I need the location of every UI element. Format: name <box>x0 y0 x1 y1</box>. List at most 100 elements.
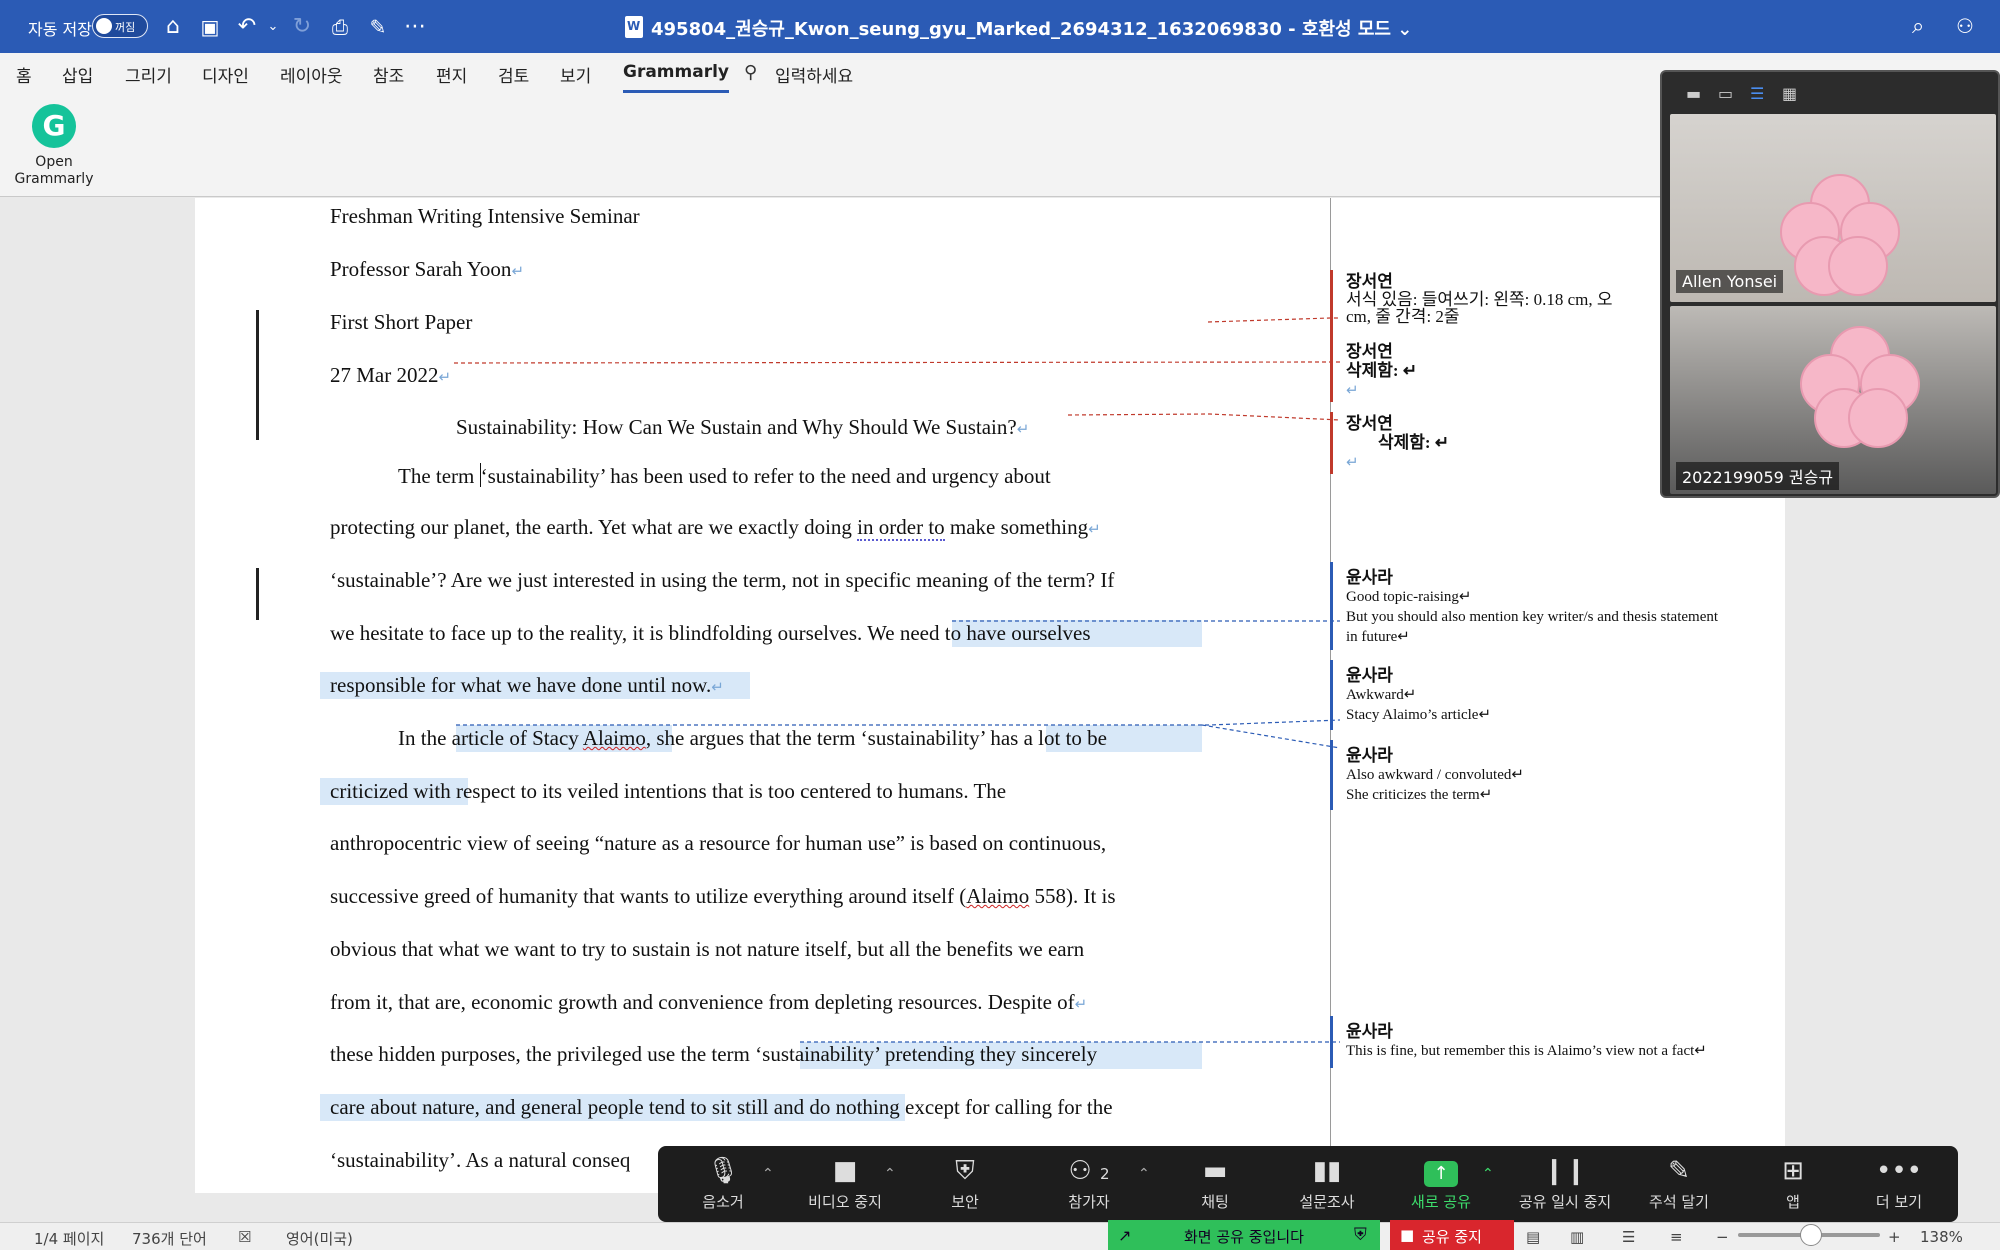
comment-author: 윤사라 <box>1346 1022 1393 1041</box>
outline-icon[interactable]: ☰ <box>1622 1228 1635 1246</box>
participant-name: Allen Yonsei <box>1676 270 1784 293</box>
connector-line <box>456 719 1341 726</box>
comment-topic[interactable]: 윤사라 Good topic-raising↵ But you should a… <box>1346 568 1718 647</box>
shield-icon: ⛨ <box>955 1156 975 1186</box>
screen-sharing-banner[interactable]: ↗ 화면 공유 중입니다 ⛨ <box>1108 1220 1380 1250</box>
video-tile[interactable]: 2022199059 권승규 <box>1670 306 1996 494</box>
connector-line <box>1201 724 1341 749</box>
participant-count: 2 <box>1100 1165 1110 1183</box>
button-label: 참가자 <box>1068 1193 1110 1211</box>
participant-name: 2022199059 권승규 <box>1676 462 1840 490</box>
speaker-view-icon[interactable]: ☰ <box>1750 84 1764 103</box>
apps-button[interactable]: ⊞ 앱 <box>1738 1154 1848 1212</box>
more-icon: ••• <box>1875 1156 1922 1186</box>
comment-text: 서식 있음: 들여쓰기: 왼쪽: 0.18 cm, 오 <box>1346 290 1613 309</box>
comment-bar <box>1330 412 1333 474</box>
comment-convoluted[interactable]: 윤사라 Also awkward / convoluted↵ She criti… <box>1346 746 1524 805</box>
pencil-icon: ✎ <box>1668 1156 1690 1186</box>
button-label: 설문조사 <box>1299 1193 1355 1211</box>
status-bar: 1/4 페이지 736개 단어 ☒ 영어(미국) ▤ ▥ ☰ ≡ − + 138… <box>0 1222 2000 1250</box>
button-label: 보안 <box>951 1193 979 1211</box>
stop-video-button[interactable]: ■ 비디오 중지 <box>790 1154 900 1212</box>
button-label: 공유 일시 중지 <box>1518 1193 1612 1211</box>
stop-icon: ■ <box>1400 1226 1415 1244</box>
comment-text: Also awkward / convoluted↵ <box>1346 767 1524 783</box>
draft-icon[interactable]: ≡ <box>1670 1228 1683 1246</box>
button-label: 주석 달기 <box>1649 1193 1709 1211</box>
comment-bar <box>1330 660 1333 730</box>
comment-author: 윤사라 <box>1346 746 1393 765</box>
comment-bar <box>1330 340 1333 402</box>
language-status[interactable]: 영어(미국) <box>286 1228 353 1249</box>
comment-text: cm, 줄 간격: 2줄 <box>1346 307 1460 326</box>
button-label: 앱 <box>1786 1193 1800 1211</box>
zoom-percent[interactable]: 138% <box>1920 1228 1963 1246</box>
comment-text: This is fine, but remember this is Alaim… <box>1346 1043 1707 1059</box>
sharing-text: 화면 공유 중입니다 <box>1184 1228 1304 1246</box>
stop-share-label: 공유 중지 <box>1422 1228 1482 1246</box>
stop-share-button[interactable]: ■ 공유 중지 <box>1390 1220 1514 1250</box>
comment-deleted[interactable]: 장서연 삭제함: ↵ ↵ <box>1346 414 1449 473</box>
comment-format[interactable]: 장서연 서식 있음: 들여쓰기: 왼쪽: 0.18 cm, 오 cm, 줄 간격… <box>1346 272 1612 325</box>
comment-text: She criticizes the term↵ <box>1346 787 1493 803</box>
shield-icon: ⛨ <box>1354 1225 1367 1245</box>
annotate-button[interactable]: ✎ 주석 달기 <box>1624 1154 1734 1212</box>
print-layout-icon[interactable]: ▤ <box>1526 1228 1540 1246</box>
chat-bubble-icon: ▬ <box>1202 1156 1228 1186</box>
comment-text: Stacy Alaimo’s article↵ <box>1346 707 1492 723</box>
zoom-in-icon[interactable]: + <box>1888 1228 1901 1246</box>
bar-chart-icon: ▮▮ <box>1312 1156 1342 1186</box>
web-layout-icon[interactable]: ▥ <box>1570 1228 1584 1246</box>
comment-text: in future↵ <box>1346 629 1410 645</box>
more-button[interactable]: ••• 더 보기 <box>1844 1154 1954 1212</box>
comment-text: 삭제함: ↵ <box>1346 361 1418 380</box>
zoom-out-icon[interactable]: − <box>1716 1228 1729 1246</box>
participants-icon: ⚇ 2 <box>1068 1156 1110 1186</box>
word-count[interactable]: 736개 단어 <box>132 1228 207 1249</box>
chevron-up-icon[interactable]: ⌃ <box>762 1166 774 1182</box>
share-arrow-icon: ↑ <box>1386 1154 1496 1188</box>
video-tile[interactable]: Allen Yonsei <box>1670 114 1996 302</box>
comment-author: 장서연 <box>1346 272 1393 291</box>
hide-video-icon[interactable]: ▭ <box>1718 84 1733 103</box>
comment-bar <box>1330 1016 1333 1068</box>
security-button[interactable]: ⛨ 보안 <box>910 1154 1020 1212</box>
comment-author: 윤사라 <box>1346 568 1393 587</box>
gallery-view-icon[interactable]: ▦ <box>1782 84 1797 103</box>
comment-text: ↵ <box>1346 455 1359 471</box>
comment-text: ↵ <box>1346 383 1359 399</box>
button-label: 음소거 <box>702 1193 744 1211</box>
button-label: 비디오 중지 <box>808 1193 882 1211</box>
zoom-slider-handle[interactable] <box>1800 1224 1822 1246</box>
chevron-up-icon[interactable]: ⌃ <box>884 1166 896 1182</box>
page-count[interactable]: 1/4 페이지 <box>34 1228 104 1249</box>
chevron-up-icon[interactable]: ⌃ <box>1138 1166 1150 1182</box>
comment-awkward[interactable]: 윤사라 Awkward↵ Stacy Alaimo’s article↵ <box>1346 666 1491 725</box>
comment-deleted[interactable]: 장서연 삭제함: ↵ ↵ <box>1346 342 1417 401</box>
proofing-icon[interactable]: ☒ <box>238 1228 251 1246</box>
connector-line <box>1207 317 1340 323</box>
chat-button[interactable]: ▬ 채팅 <box>1160 1154 1270 1212</box>
chevron-up-icon[interactable]: ⌃ <box>1482 1166 1494 1182</box>
connector-line <box>453 361 1340 364</box>
polls-button[interactable]: ▮▮ 설문조사 <box>1272 1154 1382 1212</box>
comment-author: 윤사라 <box>1346 666 1393 685</box>
pause-icon: ❙❙ <box>1543 1156 1587 1186</box>
comment-text: But you should also mention key writer/s… <box>1346 609 1719 625</box>
connector-line <box>1067 413 1341 421</box>
comment-bar <box>1330 562 1333 650</box>
zoom-meeting-toolbar: 🎙 음소거 ⌃ ■ 비디오 중지 ⌃ ⛨ 보안 ⚇ 2 참가자 ⌃ ▬ 채팅 ▮▮ 설문조사… <box>658 1146 1958 1222</box>
new-share-button[interactable]: ↑ 새로 공유 <box>1386 1154 1496 1212</box>
zoom-video-gallery[interactable]: ▬ ▭ ☰ ▦ Allen Yonsei 2022199059 권승규 <box>1660 70 2000 498</box>
minimize-icon[interactable]: ▬ <box>1686 84 1701 103</box>
button-label: 더 보기 <box>1875 1193 1923 1211</box>
comment-text: 삭제함: ↵ <box>1378 433 1450 452</box>
participants-button[interactable]: ⚇ 2 참가자 <box>1034 1154 1144 1212</box>
comment-text: Awkward↵ <box>1346 687 1417 703</box>
button-label: 새로 공유 <box>1411 1193 1471 1211</box>
comment-author: 장서연 <box>1346 414 1393 433</box>
pause-share-button[interactable]: ❙❙ 공유 일시 중지 <box>1510 1154 1620 1212</box>
comment-view-not-fact[interactable]: 윤사라 This is fine, but remember this is A… <box>1346 1022 1707 1061</box>
mute-button[interactable]: 🎙 음소거 <box>668 1154 778 1212</box>
comment-text: Good topic-raising↵ <box>1346 589 1472 605</box>
